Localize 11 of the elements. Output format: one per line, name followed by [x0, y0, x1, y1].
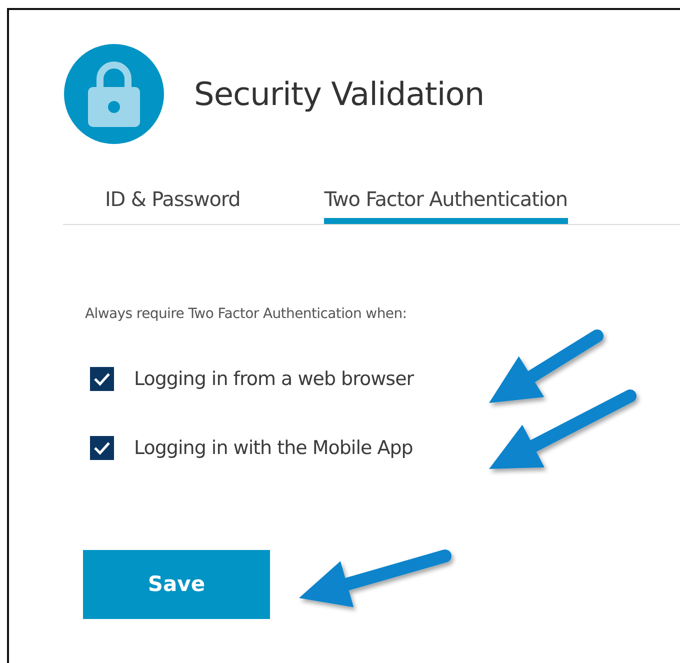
page-title: Security Validation	[194, 74, 484, 115]
checkmark-icon	[93, 372, 111, 386]
checkbox[interactable]	[90, 367, 114, 392]
lock-icon	[86, 61, 142, 127]
checkbox[interactable]	[90, 436, 114, 460]
checkbox-label: Logging in with the Mobile App	[134, 436, 413, 460]
checkbox-label: Logging in from a web browser	[134, 367, 414, 392]
tab[interactable]: Two Factor Authentication	[324, 184, 568, 224]
checkmark-icon	[93, 440, 111, 455]
instruction-text: Always require Two Factor Authentication when:	[85, 305, 408, 324]
tab[interactable]: ID & Password	[105, 184, 240, 224]
